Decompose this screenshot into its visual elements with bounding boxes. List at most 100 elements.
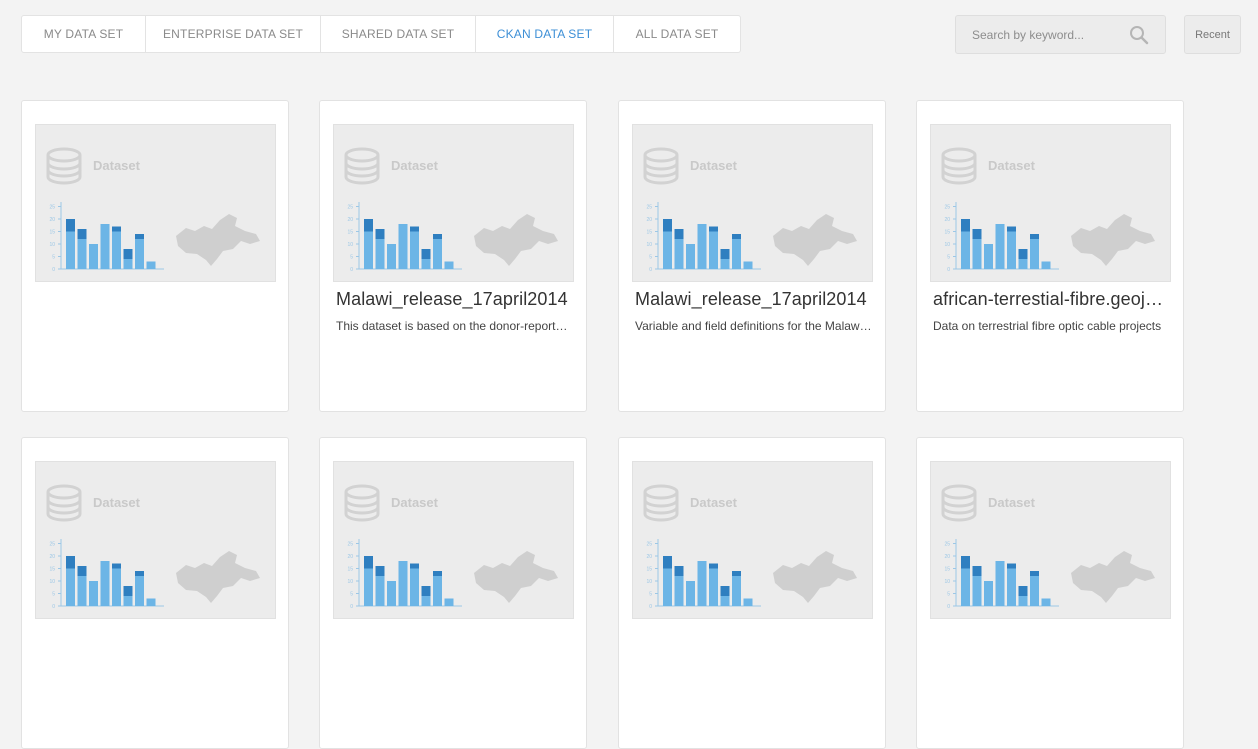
dataset-thumbnail: 0 5 10 15 20 25 Dataset <box>333 124 574 282</box>
svg-text:15: 15 <box>646 230 652 236</box>
bar-chart-icon: 0 5 10 15 20 25 <box>646 202 761 273</box>
svg-text:15: 15 <box>49 230 55 236</box>
map-icon <box>773 214 857 266</box>
dataset-thumbnail: 0 5 10 15 20 25 Dataset <box>930 124 1171 282</box>
svg-text:15: 15 <box>646 567 652 573</box>
thumbnail-art: 0 5 10 15 20 25 <box>941 484 1155 610</box>
svg-text:10: 10 <box>646 242 652 248</box>
svg-text:5: 5 <box>350 592 353 598</box>
svg-text:0: 0 <box>947 267 950 273</box>
dataset-description: Variable and field definitions for the M… <box>635 319 873 333</box>
dataset-thumbnail: 0 5 10 15 20 25 Dataset <box>632 124 873 282</box>
thumbnail-art: 0 5 10 15 20 25 <box>46 484 260 610</box>
tab-ckan-data-set[interactable]: CKAN DATA SET <box>476 16 614 52</box>
svg-text:0: 0 <box>947 604 950 610</box>
recent-button[interactable]: Recent <box>1184 15 1241 54</box>
svg-text:0: 0 <box>52 267 55 273</box>
search-input[interactable] <box>972 24 1122 45</box>
bar-chart-icon: 0 5 10 15 20 25 <box>944 202 1059 273</box>
dataset-card[interactable]: 0 5 10 15 20 25 Dataset <box>618 437 886 749</box>
map-icon <box>176 551 260 603</box>
search-icon[interactable] <box>1129 25 1149 45</box>
thumbnail-label: Dataset <box>391 495 438 510</box>
svg-text:5: 5 <box>947 255 950 261</box>
dataset-card[interactable]: 0 5 10 15 20 25 Dataset <box>21 100 289 412</box>
tab-shared-data-set[interactable]: SHARED DATA SET <box>321 16 476 52</box>
dataset-card[interactable]: 0 5 10 15 20 25 Dataset Malawi_release_17april2… <box>319 100 587 412</box>
svg-text:5: 5 <box>52 592 55 598</box>
svg-text:25: 25 <box>347 205 353 211</box>
dataset-title[interactable]: Malawi_release_17april2014 <box>635 289 873 310</box>
tab-all-data-set[interactable]: ALL DATA SET <box>614 16 740 52</box>
tab-my-data-set[interactable]: MY DATA SET <box>22 16 146 52</box>
dataset-card[interactable]: 0 5 10 15 20 25 Dataset <box>21 437 289 749</box>
bar-chart-icon: 0 5 10 15 20 25 <box>347 539 462 610</box>
svg-text:5: 5 <box>52 255 55 261</box>
database-icon <box>941 484 977 522</box>
svg-text:20: 20 <box>347 554 353 560</box>
database-icon <box>344 147 380 185</box>
thumbnail-label: Dataset <box>690 158 737 173</box>
svg-text:10: 10 <box>944 242 950 248</box>
svg-text:10: 10 <box>49 579 55 585</box>
thumbnail-art: 0 5 10 15 20 25 <box>643 484 857 610</box>
thumbnail-label: Dataset <box>988 158 1035 173</box>
thumbnail-art: 0 5 10 15 20 25 <box>941 147 1155 273</box>
dataset-thumbnail: 0 5 10 15 20 25 Dataset <box>35 124 276 282</box>
dataset-card[interactable]: 0 5 10 15 20 25 Dataset <box>319 437 587 749</box>
svg-text:0: 0 <box>649 604 652 610</box>
dataset-thumbnail: 0 5 10 15 20 25 Dataset <box>35 461 276 619</box>
svg-text:25: 25 <box>944 205 950 211</box>
svg-text:15: 15 <box>944 230 950 236</box>
svg-text:25: 25 <box>944 542 950 548</box>
svg-text:25: 25 <box>646 205 652 211</box>
dataset-description: This dataset is based on the donor-repor… <box>336 319 574 333</box>
svg-text:25: 25 <box>49 205 55 211</box>
dataset-thumbnail: 0 5 10 15 20 25 Dataset <box>333 461 574 619</box>
map-icon <box>474 214 558 266</box>
svg-text:20: 20 <box>646 217 652 223</box>
svg-text:25: 25 <box>646 542 652 548</box>
thumbnail-art: 0 5 10 15 20 25 <box>344 147 558 273</box>
svg-text:10: 10 <box>49 242 55 248</box>
svg-text:25: 25 <box>347 542 353 548</box>
thumbnail-label: Dataset <box>690 495 737 510</box>
dataset-card[interactable]: 0 5 10 15 20 25 Dataset Malawi_release_17april2… <box>618 100 886 412</box>
svg-text:5: 5 <box>947 592 950 598</box>
bar-chart-icon: 0 5 10 15 20 25 <box>49 202 164 273</box>
svg-text:15: 15 <box>944 567 950 573</box>
search-box <box>955 15 1166 54</box>
svg-text:10: 10 <box>646 579 652 585</box>
svg-text:15: 15 <box>347 567 353 573</box>
dataset-title[interactable]: Malawi_release_17april2014 <box>336 289 574 310</box>
dataset-description: Data on terrestrial fibre optic cable pr… <box>933 319 1162 333</box>
dataset-thumbnail: 0 5 10 15 20 25 Dataset <box>632 461 873 619</box>
bar-chart-icon: 0 5 10 15 20 25 <box>49 539 164 610</box>
svg-text:10: 10 <box>347 579 353 585</box>
bar-chart-icon: 0 5 10 15 20 25 <box>944 539 1059 610</box>
svg-text:20: 20 <box>347 217 353 223</box>
svg-text:5: 5 <box>649 592 652 598</box>
bar-chart-icon: 0 5 10 15 20 25 <box>646 539 761 610</box>
svg-text:20: 20 <box>49 217 55 223</box>
thumbnail-label: Dataset <box>93 495 140 510</box>
database-icon <box>344 484 380 522</box>
tab-enterprise-data-set[interactable]: ENTERPRISE DATA SET <box>146 16 321 52</box>
database-icon <box>46 484 82 522</box>
map-icon <box>474 551 558 603</box>
svg-text:20: 20 <box>944 554 950 560</box>
svg-text:5: 5 <box>350 255 353 261</box>
svg-text:20: 20 <box>49 554 55 560</box>
svg-text:5: 5 <box>649 255 652 261</box>
database-icon <box>46 147 82 185</box>
thumbnail-label: Dataset <box>391 158 438 173</box>
database-icon <box>941 147 977 185</box>
dataset-title[interactable]: african-terrestial-fibre.geojson <box>933 289 1171 310</box>
svg-text:15: 15 <box>49 567 55 573</box>
map-icon <box>773 551 857 603</box>
thumbnail-label: Dataset <box>93 158 140 173</box>
svg-text:0: 0 <box>649 267 652 273</box>
dataset-card[interactable]: 0 5 10 15 20 25 Dataset <box>916 437 1184 749</box>
svg-text:25: 25 <box>49 542 55 548</box>
dataset-card[interactable]: 0 5 10 15 20 25 Dataset african-terrestial-fibr… <box>916 100 1184 412</box>
